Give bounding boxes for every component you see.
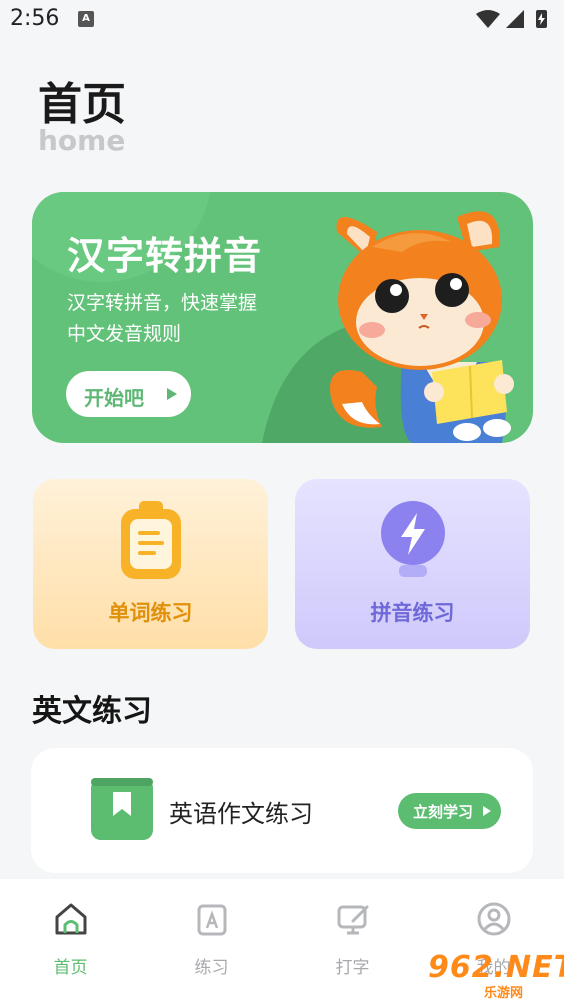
fox-mascot-illustration: [330, 211, 514, 443]
wifi-icon: [476, 10, 500, 28]
tab-practice[interactable]: 练习: [141, 879, 282, 1004]
page-title: 首页: [38, 79, 126, 130]
site-watermark: 962.NET 乐游网: [424, 948, 564, 1001]
tab-typing[interactable]: 打字: [282, 879, 423, 1004]
play-arrow-icon: [167, 388, 177, 400]
pinyin-banner[interactable]: 汉字转拼音 汉字转拼音，快速掌握 中文发音规则 开始吧: [32, 192, 533, 443]
word-practice-card[interactable]: 单词练习: [33, 479, 268, 649]
notification-icon: A: [78, 11, 94, 27]
watermark-text: 962.NET: [428, 950, 564, 985]
bookmark-book-icon: [91, 778, 153, 840]
status-bar: 2:56 A: [0, 0, 564, 40]
typing-icon: [337, 905, 369, 935]
tab-home[interactable]: 首页: [0, 879, 141, 1004]
pinyin-practice-label: 拼音练习: [370, 601, 455, 625]
status-icons: [476, 10, 547, 28]
play-arrow-icon: [483, 806, 491, 816]
status-time: 2:56: [10, 6, 60, 31]
signal-icon: [506, 10, 524, 28]
tab-home-label: 首页: [53, 958, 88, 978]
home-icon: [55, 903, 87, 935]
english-essay-card[interactable]: 英语作文练习 立刻学习: [31, 748, 533, 873]
start-button[interactable]: 开始吧: [66, 371, 191, 417]
clipboard-icon: [121, 501, 181, 579]
profile-icon: [477, 902, 511, 936]
english-practice-heading: 英文练习: [32, 694, 152, 729]
start-button-label: 开始吧: [84, 386, 144, 410]
banner-title: 汉字转拼音: [67, 234, 263, 278]
learn-now-label: 立刻学习: [413, 803, 474, 821]
pinyin-practice-card[interactable]: 拼音练习: [295, 479, 530, 649]
tab-typing-label: 打字: [335, 958, 370, 978]
page-subtitle: home: [38, 124, 126, 157]
practice-icon: [197, 904, 227, 936]
english-essay-label: 英语作文练习: [169, 800, 313, 828]
tab-practice-label: 练习: [194, 958, 229, 978]
word-practice-label: 单词练习: [108, 601, 193, 625]
watermark-subtext: 乐游网: [484, 986, 524, 1001]
banner-description: 汉字转拼音，快速掌握 中文发音规则: [67, 292, 258, 345]
learn-now-button[interactable]: 立刻学习: [398, 793, 501, 829]
lightbulb-bolt-icon: [381, 501, 445, 577]
